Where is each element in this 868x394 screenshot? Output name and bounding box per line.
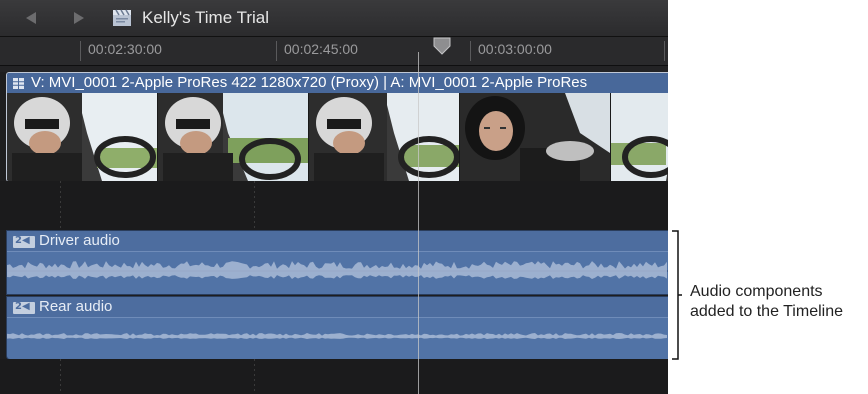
ruler-tick [80,41,81,61]
audio-component-label: Rear audio [39,298,113,315]
audio-component-header: 2◀ Rear audio [7,297,668,318]
audio-component-label: Driver audio [39,232,120,249]
stereo-channel-icon: 2◀ [13,235,35,248]
ruler-timecode: 00:02:45:00 [284,41,358,57]
video-thumbnail [611,93,668,181]
audio-component-driver[interactable]: 2◀ Driver audio [6,230,668,295]
forward-arrow-icon [74,12,84,24]
forward-button[interactable] [70,9,88,27]
ruler-tick [276,41,277,61]
video-thumbnail [460,93,611,181]
video-clip[interactable]: V: MVI_0001 2-Apple ProRes 422 1280x720 … [6,72,668,182]
clip-title: V: MVI_0001 2-Apple ProRes 422 1280x720 … [31,74,588,91]
playhead-handle[interactable] [432,36,452,56]
timeline-ruler[interactable]: 00:02:30:00 00:02:45:00 00:03:00:00 [0,37,668,66]
clip-filmstrip-icon [13,78,24,89]
callout-text: Audio components added to the Timeline [690,283,843,320]
video-thumbnail [158,93,309,181]
project-title: Kelly's Time Trial [142,8,269,27]
stereo-channel-icon: 2◀ [13,301,35,314]
video-thumbnail [7,93,158,181]
timeline-titlebar: Kelly's Time Trial [0,0,668,37]
snap-guide [60,359,61,394]
back-arrow-icon [26,12,36,24]
back-button[interactable] [22,9,40,27]
timeline-empty-lane [0,181,668,230]
clip-filmstrip [7,93,668,181]
ruler-tick [664,41,665,61]
playhead-line [418,52,419,394]
audio-component-rear[interactable]: 2◀ Rear audio [6,296,668,360]
ruler-timecode: 00:03:00:00 [478,41,552,57]
clip-header: V: MVI_0001 2-Apple ProRes 422 1280x720 … [7,73,668,93]
timeline-panel: Kelly's Time Trial 00:02:30:00 00:02:45:… [0,0,668,394]
audio-waveform [7,261,668,279]
audio-component-header: 2◀ Driver audio [7,231,668,252]
snap-guide [60,181,61,230]
ruler-tick [470,41,471,61]
callout-bracket [672,230,682,360]
video-thumbnail [309,93,460,181]
timeline-empty-lane [0,359,668,394]
snap-guide [254,359,255,394]
ruler-timecode: 00:02:30:00 [88,41,162,57]
clapperboard-icon [113,9,131,26]
snap-guide [254,181,255,230]
audio-waveform [7,333,667,339]
